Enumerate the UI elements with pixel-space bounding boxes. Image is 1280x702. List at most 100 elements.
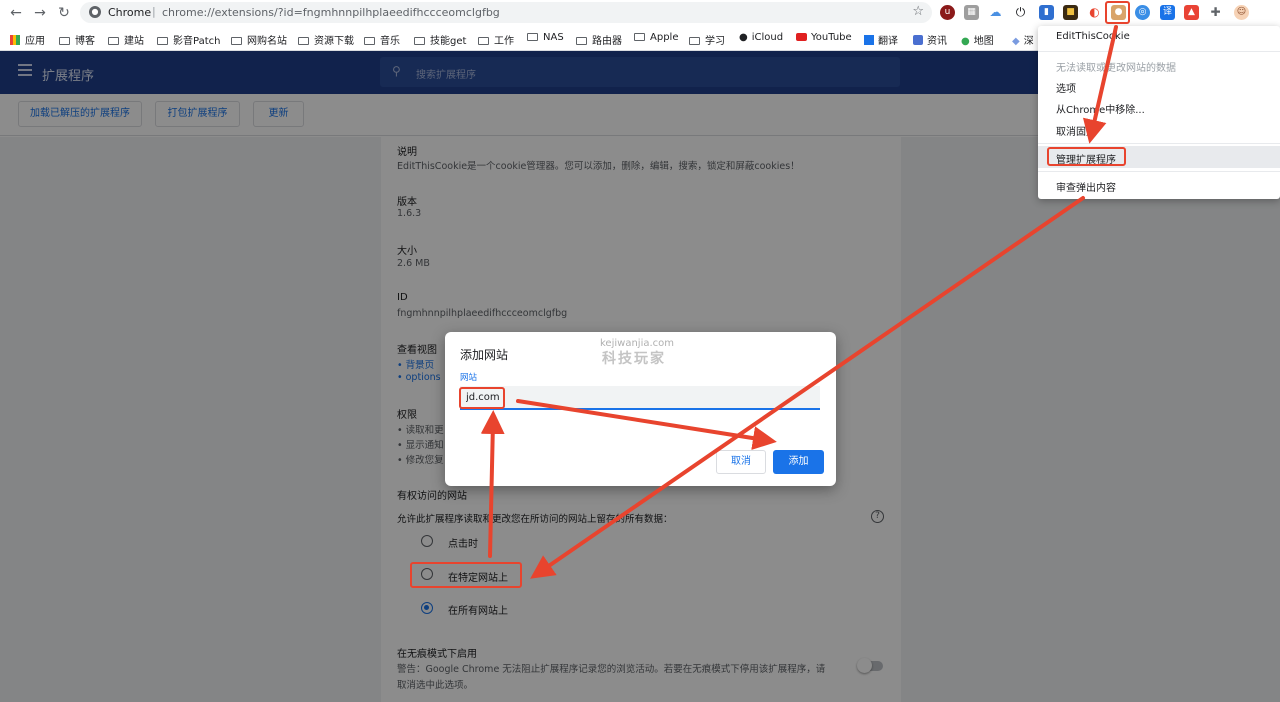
translate-icon[interactable]: 译 — [1160, 5, 1175, 20]
menu-divider — [1038, 171, 1280, 172]
menu-divider — [1038, 51, 1280, 52]
menu-item-unpin[interactable]: 取消固定 — [1056, 123, 1096, 138]
youtube-icon — [796, 33, 807, 41]
site-input[interactable] — [460, 386, 820, 410]
bookmark-folder[interactable]: Apple — [634, 32, 678, 43]
folder-icon — [527, 33, 538, 41]
menu-divider — [1038, 143, 1280, 144]
folder-icon — [157, 37, 168, 45]
bookmark-maps[interactable]: ● 地图 — [961, 32, 994, 47]
apple-icon: ● — [739, 32, 748, 43]
bookmark-folder[interactable]: 路由器 — [576, 32, 622, 47]
bookmark-label: iCloud — [751, 32, 784, 43]
bookmark-more[interactable]: ◆ 深 — [1012, 32, 1034, 47]
bookmark-icloud[interactable]: ● iCloud — [739, 32, 783, 43]
extension-context-menu: EditThisCookie 无法读取或更改网站的数据 选项 从Chrome中移… — [1038, 26, 1280, 199]
bookmark-label: YouTube — [811, 32, 852, 43]
translate-icon — [864, 35, 874, 45]
news-icon — [913, 35, 923, 45]
bookmark-label: 建站 — [124, 36, 144, 47]
folder-icon — [414, 37, 425, 45]
annotation-box-manage — [1047, 147, 1126, 166]
avatar-icon[interactable]: ☺ — [1234, 5, 1249, 20]
bookmark-folder[interactable]: 网购名站 — [231, 32, 287, 47]
ext-icon[interactable]: ▲ — [1184, 5, 1199, 20]
bookmark-label: 博客 — [75, 36, 95, 47]
forward-icon[interactable]: → — [31, 4, 49, 22]
folder-icon — [478, 37, 489, 45]
bookmark-folder[interactable]: 资源下载 — [298, 32, 354, 47]
folder-icon — [231, 37, 242, 45]
omnibox-url[interactable]: chrome://extensions/?id=fngmhnnpilhplaee… — [162, 6, 500, 19]
omnibox-separator: | — [152, 5, 156, 18]
annotation-box-specific-sites — [410, 562, 522, 588]
cancel-button[interactable]: 取消 — [716, 450, 766, 474]
menu-item-extension-name[interactable]: EditThisCookie — [1056, 31, 1130, 42]
browser-toolbar: ← → ↻ ● Chrome | chrome://extensions/?id… — [0, 0, 1280, 26]
bookmark-apps[interactable]: 应用 — [10, 32, 45, 47]
folder-icon — [298, 37, 309, 45]
bookmark-label: 应用 — [25, 36, 45, 47]
bookmark-label: 技能get — [430, 36, 467, 47]
folder-icon — [576, 37, 587, 45]
annotation-box-input — [459, 387, 505, 409]
bookmark-folder[interactable]: 建站 — [108, 32, 144, 47]
folder-icon — [364, 37, 375, 45]
bookmark-folder[interactable]: 博客 — [59, 32, 95, 47]
bookmark-translate[interactable]: 翻译 — [864, 32, 898, 47]
bookmark-label: 资讯 — [927, 36, 947, 47]
ublock-icon[interactable]: u — [940, 5, 955, 20]
bookmark-label: 地图 — [973, 36, 994, 47]
bookmark-label: 影音Patch — [173, 36, 221, 47]
folder-icon — [689, 37, 700, 45]
add-site-dialog: kejiwanjia.com 科技玩家 添加网站 网站 取消 添加 — [445, 332, 836, 486]
bookmark-label: 工作 — [494, 36, 514, 47]
palette-icon[interactable]: ◐ — [1087, 5, 1102, 20]
annotation-box-cookie-icon — [1105, 1, 1130, 24]
menu-item-no-access: 无法读取或更改网站的数据 — [1056, 63, 1176, 74]
folder-icon — [108, 37, 119, 45]
bookmark-folder[interactable]: 学习 — [689, 32, 725, 47]
bookmark-folder[interactable]: 音乐 — [364, 32, 400, 47]
bookmark-news[interactable]: 资讯 — [913, 32, 947, 47]
search-ext-icon[interactable]: ◎ — [1135, 5, 1150, 20]
bookmark-label: 资源下载 — [314, 36, 354, 47]
dialog-title: 添加网站 — [460, 348, 509, 362]
menu-item-remove[interactable]: 从Chrome中移除... — [1056, 101, 1145, 116]
film-icon[interactable]: ■ — [1063, 5, 1078, 20]
site-field-label: 网站 — [460, 373, 478, 383]
bookmark-label: 路由器 — [592, 36, 622, 47]
watermark-brand: 科技玩家 — [602, 351, 666, 367]
bookmark-folder[interactable]: 影音Patch — [157, 32, 220, 47]
chrome-site-icon: ● — [89, 6, 101, 18]
menu-item-inspect-popup[interactable]: 审查弹出内容 — [1056, 179, 1116, 194]
bookmark-label: 翻译 — [878, 36, 898, 47]
back-icon[interactable]: ← — [7, 4, 25, 22]
star-icon[interactable]: ☆ — [912, 4, 924, 19]
bookmark-folder[interactable]: 工作 — [478, 32, 514, 47]
bookmark-label: 网购名站 — [247, 36, 287, 47]
cloud-icon[interactable]: ☁ — [988, 5, 1003, 20]
bookmark-folder[interactable]: 技能get — [414, 32, 466, 47]
tabs-icon[interactable]: ▦ — [964, 5, 979, 20]
bookmark-folder[interactable]: NAS — [527, 32, 564, 43]
shield-icon: ◆ — [1012, 36, 1020, 47]
bookmark-label: NAS — [543, 32, 564, 43]
bookmark-label: 深 — [1023, 36, 1034, 47]
bookmark-youtube[interactable]: YouTube — [796, 32, 852, 43]
bookmark-label: Apple — [650, 32, 679, 43]
folder-icon — [634, 33, 645, 41]
folder-icon — [59, 37, 70, 45]
omnibox[interactable]: ● Chrome | chrome://extensions/?id=fngmh… — [80, 2, 932, 23]
map-pin-icon: ● — [961, 36, 970, 47]
omnibox-site-label: Chrome — [108, 6, 152, 19]
puzzle-icon[interactable]: ✚ — [1208, 5, 1223, 20]
bookmark-label: 音乐 — [380, 36, 400, 47]
bookmark-label: 学习 — [705, 36, 725, 47]
reload-icon[interactable]: ↻ — [55, 4, 73, 22]
power-icon[interactable]: ⏻ — [1013, 5, 1028, 20]
bookmark-icon[interactable]: ▮ — [1039, 5, 1054, 20]
menu-item-options[interactable]: 选项 — [1056, 80, 1076, 95]
add-button[interactable]: 添加 — [773, 450, 824, 474]
apps-grid-icon — [10, 35, 20, 45]
